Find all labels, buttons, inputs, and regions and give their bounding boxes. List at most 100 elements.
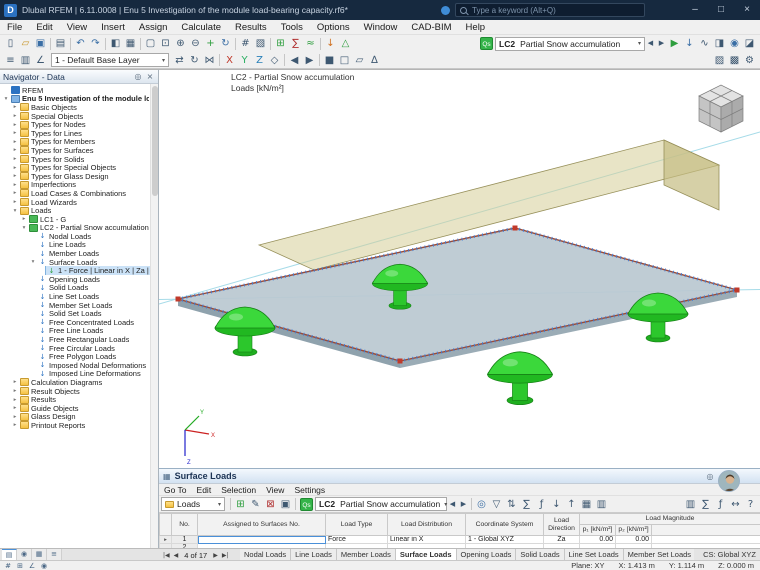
- first-record-button[interactable]: |◀: [161, 552, 172, 559]
- previous-record-button[interactable]: ◀: [172, 552, 181, 559]
- tree-item[interactable]: ↓ Imposed Nodal Deformations: [0, 361, 150, 370]
- load-case-selector[interactable]: Qs LC2 Partial Snow accumulation ▾ ◀ ▶: [480, 36, 667, 51]
- tables-toggle-icon[interactable]: ▦: [123, 36, 138, 51]
- viewport[interactable]: X Y Z LC2 - Partial Snow accumulation Lo…: [158, 69, 760, 468]
- menu-window[interactable]: Window: [357, 20, 405, 35]
- tree-item[interactable]: ▸ Result Objects: [0, 387, 150, 396]
- tree-item[interactable]: ▸ Printout Reports: [0, 421, 150, 430]
- visibilities-icon[interactable]: ◉: [727, 36, 742, 51]
- previous-view-icon[interactable]: ◀: [287, 53, 302, 68]
- tree-item[interactable]: ▸ Types for Surfaces: [0, 146, 150, 155]
- tree-item[interactable]: ↓ Free Polygon Loads: [0, 352, 150, 361]
- next-load-case-button[interactable]: ▶: [656, 36, 667, 51]
- tree-item[interactable]: RFEM: [0, 86, 150, 95]
- previous-load-case-button[interactable]: ◀: [447, 497, 458, 512]
- zoom-out-icon[interactable]: ⊖: [188, 36, 203, 51]
- tree-item[interactable]: ▾ Enu 5 Investigation of the module load-…: [0, 95, 150, 104]
- tree-expander-icon[interactable]: ▸: [11, 182, 19, 188]
- select-objects-icon[interactable]: ▢: [143, 36, 158, 51]
- cell-load_type[interactable]: Force: [325, 535, 388, 544]
- support-symbol[interactable]: [486, 351, 554, 406]
- zoom-window-icon[interactable]: ⊡: [158, 36, 173, 51]
- tree-item[interactable]: ▸ Results: [0, 395, 150, 404]
- tree-item[interactable]: ▾ LC2 - Partial Snow accumulation: [0, 224, 150, 233]
- tree-item[interactable]: ▸ Types for Special Objects: [0, 163, 150, 172]
- panel-menu-settings[interactable]: Settings: [289, 485, 330, 495]
- navigation-cube[interactable]: [698, 84, 744, 133]
- render-mode-icon[interactable]: ▨: [712, 53, 727, 68]
- rotate-objects-icon[interactable]: ↻: [187, 53, 202, 68]
- tree-item[interactable]: ↓ Solid Loads: [0, 284, 150, 293]
- panel-header[interactable]: ▦ Surface Loads ◎ ×: [159, 469, 760, 484]
- rotate-view-icon[interactable]: ↻: [218, 36, 233, 51]
- shadow-icon[interactable]: ▩: [727, 53, 742, 68]
- tree-item[interactable]: ↓ Member Loads: [0, 249, 150, 258]
- panel-menu-selection[interactable]: Selection: [216, 485, 261, 495]
- tree-item[interactable]: ▸ Guide Objects: [0, 404, 150, 413]
- navigator-tab-display[interactable]: ◉: [17, 549, 32, 560]
- panel-menu-view[interactable]: View: [261, 485, 289, 495]
- keyword-search-input[interactable]: Type a keyword (Alt+Q): [455, 3, 645, 17]
- tree-item[interactable]: ▸ Load Wizards: [0, 198, 150, 207]
- show-numbering-icon[interactable]: #: [238, 36, 253, 51]
- move-copy-icon[interactable]: ⇄: [172, 53, 187, 68]
- tree-item[interactable]: ▸ Glass Design: [0, 413, 150, 422]
- tree-item[interactable]: ▸ Load Cases & Combinations: [0, 189, 150, 198]
- tree-expander-icon[interactable]: ▸: [11, 405, 19, 411]
- expand-table-icon[interactable]: ↔: [728, 497, 743, 512]
- insert-row-icon[interactable]: ⊞: [233, 497, 248, 512]
- tree-item[interactable]: ▸ Types for Members: [0, 138, 150, 147]
- osnap-toggle-icon[interactable]: ◉: [38, 562, 50, 570]
- cell-p1[interactable]: 0.00: [579, 535, 616, 544]
- pan-view-icon[interactable]: +: [203, 36, 218, 51]
- assistant-icon[interactable]: [441, 6, 450, 15]
- delete-row-icon[interactable]: ⊠: [263, 497, 278, 512]
- panel-pin-icon[interactable]: ◎: [705, 472, 715, 481]
- navigator-tab-data[interactable]: ▤: [2, 549, 17, 560]
- zoom-in-icon[interactable]: ⊕: [173, 36, 188, 51]
- load-case-combo[interactable]: LC2 Partial Snow accumulation ▾: [495, 36, 645, 51]
- cell-assigned[interactable]: [197, 535, 326, 544]
- select-in-graphic-icon[interactable]: ◎: [474, 497, 489, 512]
- next-load-case-button[interactable]: ▶: [458, 497, 469, 512]
- tree-item[interactable]: ▾ ↓ Surface Loads: [0, 258, 150, 267]
- tree-item[interactable]: ↓ Member Set Loads: [0, 301, 150, 310]
- mesh-icon[interactable]: ⊞: [273, 36, 288, 51]
- new-support-icon[interactable]: △: [338, 36, 353, 51]
- tree-item[interactable]: ↓1 - Force | Linear in X | Za | p : 0.00…: [0, 266, 150, 276]
- show-loads-icon[interactable]: ↓: [682, 36, 697, 51]
- menu-results[interactable]: Results: [228, 20, 274, 35]
- tree-item[interactable]: ▸ Imperfections: [0, 181, 150, 190]
- snap-toggle-icon[interactable]: #: [2, 562, 14, 570]
- layer-combo[interactable]: 1 - Default Base Layer ▾: [51, 53, 169, 67]
- view-y-icon[interactable]: Y: [237, 53, 252, 68]
- next-view-icon[interactable]: ▶: [302, 53, 317, 68]
- partial-view-icon[interactable]: ◪: [742, 36, 757, 51]
- tree-item[interactable]: ▾ Loads: [0, 206, 150, 215]
- next-record-button[interactable]: ▶: [211, 552, 220, 559]
- undo-icon[interactable]: ↶: [73, 36, 88, 51]
- isometric-view-icon[interactable]: ◇: [267, 53, 282, 68]
- save-icon[interactable]: ▣: [33, 36, 48, 51]
- minimize-button[interactable]: –: [682, 0, 708, 20]
- menu-calculate[interactable]: Calculate: [174, 20, 228, 35]
- formula-icon[interactable]: ƒ: [534, 497, 549, 512]
- navigator-tab-views[interactable]: ▦: [32, 549, 47, 560]
- tree-expander-icon[interactable]: ▸: [11, 422, 19, 428]
- close-button[interactable]: ×: [734, 0, 760, 20]
- tree-item[interactable]: ▸ Basic Objects: [0, 103, 150, 112]
- tree-item[interactable]: ▸ LC1 - G: [0, 215, 150, 224]
- cell-distribution[interactable]: Linear in X: [387, 535, 466, 544]
- show-results-icon[interactable]: ≈: [303, 36, 318, 51]
- last-record-button[interactable]: ▶|: [220, 552, 231, 559]
- new-load-icon[interactable]: ↓: [323, 36, 338, 51]
- view-settings-icon[interactable]: ⚙: [742, 53, 757, 68]
- view-z-icon[interactable]: Z: [252, 53, 267, 68]
- new-model-icon[interactable]: ▯: [3, 36, 18, 51]
- import-table-icon[interactable]: ↓: [549, 497, 564, 512]
- previous-load-case-button[interactable]: ◀: [645, 36, 656, 51]
- panel-load-case-combo[interactable]: LC2 Partial Snow accumulation ▾: [315, 497, 447, 511]
- tree-expander-icon[interactable]: ▸: [11, 397, 19, 403]
- view-x-icon[interactable]: X: [222, 53, 237, 68]
- scrollbar-thumb[interactable]: [152, 86, 158, 196]
